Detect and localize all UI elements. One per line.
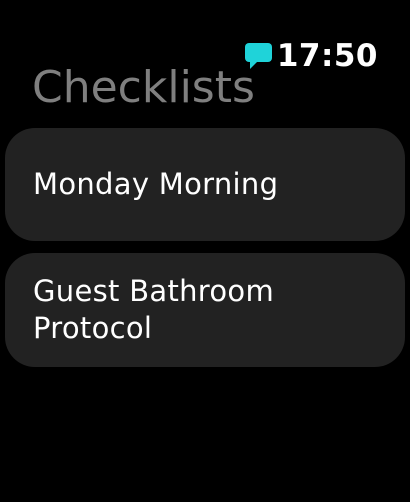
status-bar: 17:50 — [244, 36, 378, 76]
checklist-list: Monday Morning Guest Bathroom Protocol — [5, 128, 405, 379]
checklist-item-guest-bathroom-protocol[interactable]: Guest Bathroom Protocol — [5, 253, 405, 367]
page-title: Checklists — [32, 62, 255, 113]
checklist-item-monday-morning[interactable]: Monday Morning — [5, 128, 405, 241]
checklist-item-label: Guest Bathroom Protocol — [33, 274, 275, 345]
checklist-item-label: Monday Morning — [33, 167, 279, 201]
clock-time: 17:50 — [276, 37, 378, 74]
